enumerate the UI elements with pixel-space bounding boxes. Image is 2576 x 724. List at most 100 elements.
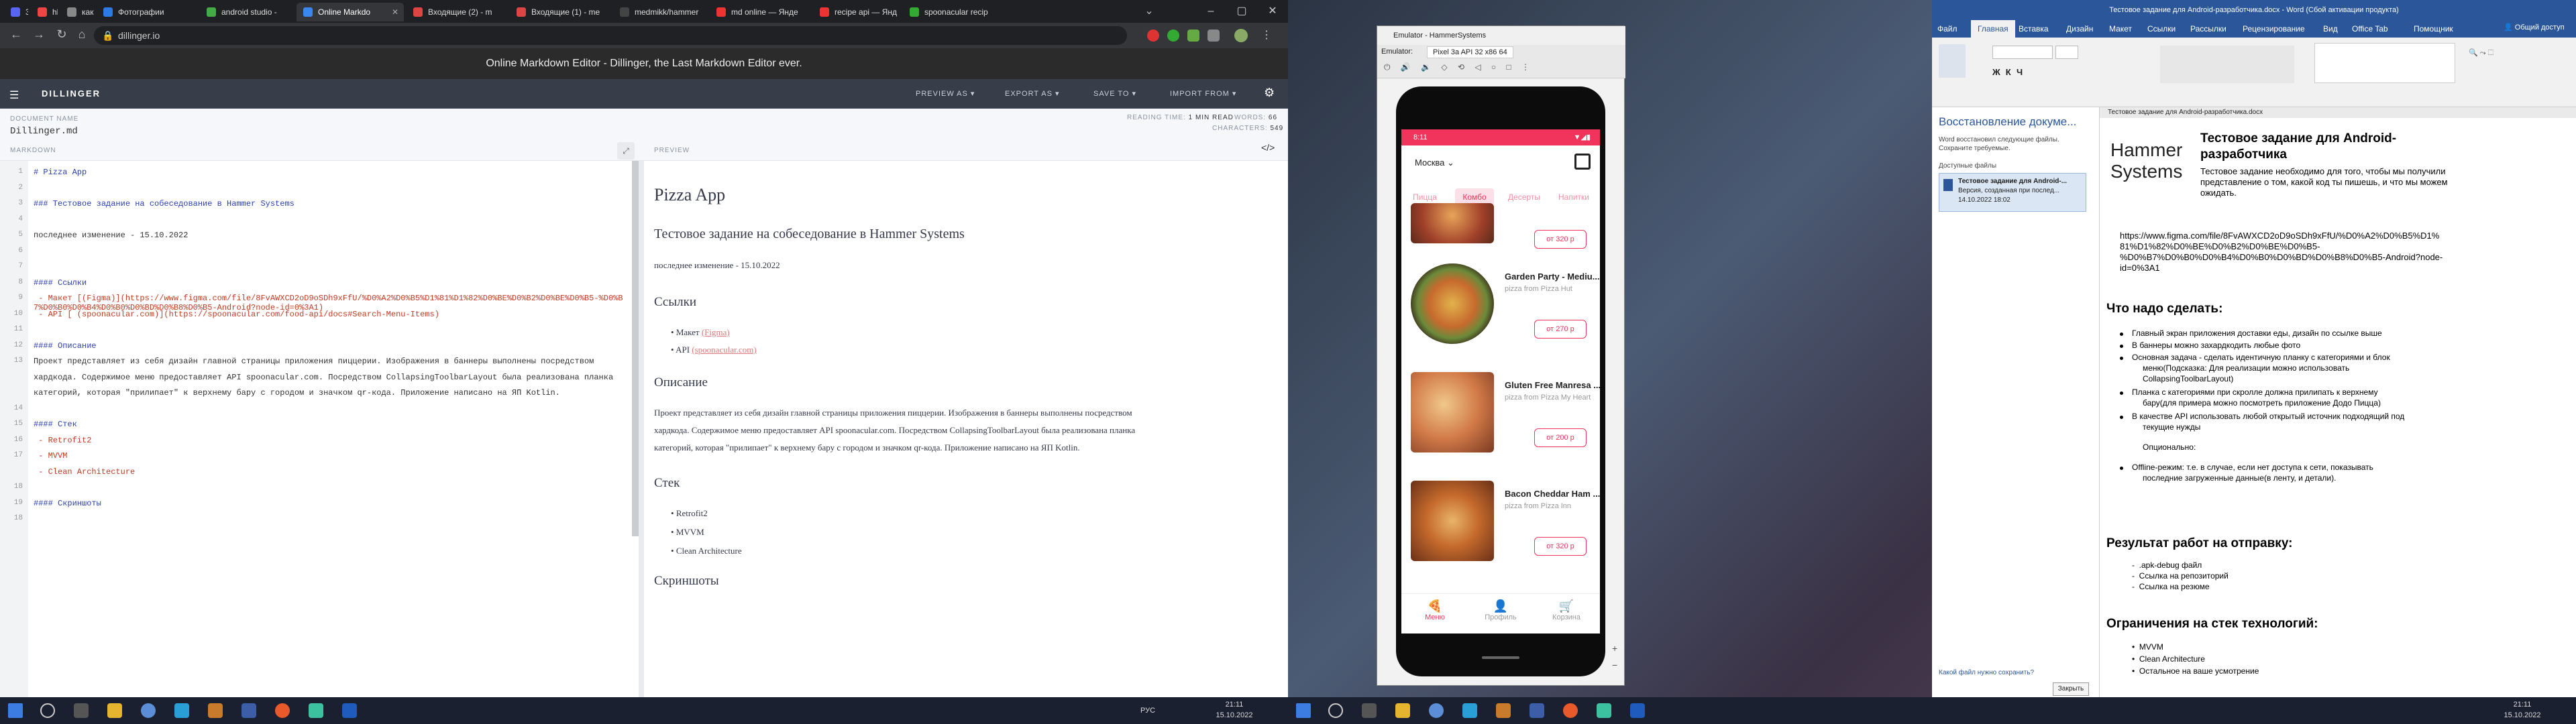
browser-tab[interactable]: как <box>60 3 94 21</box>
zoom-in-icon[interactable]: + <box>1612 643 1617 654</box>
browser-tab[interactable]: hh <box>31 3 58 21</box>
file-explorer-icon[interactable] <box>107 703 122 718</box>
close-button[interactable]: Закрыть <box>2053 682 2089 696</box>
browser-tab[interactable]: md online — Янде <box>710 3 810 21</box>
import-from-menu[interactable]: IMPORT FROM ▾ <box>1170 79 1236 109</box>
windows-start-icon[interactable] <box>1296 703 1311 718</box>
extensions-puzzle-icon[interactable] <box>1208 29 1220 42</box>
search-icon[interactable] <box>40 703 55 718</box>
menu-item[interactable]: от 320 р <box>1411 203 1592 250</box>
price-button[interactable]: от 200 р <box>1534 428 1587 447</box>
telegram-icon[interactable] <box>1462 703 1477 718</box>
ribbon-tab[interactable]: Помощник <box>2414 20 2453 38</box>
styles-gallery[interactable] <box>2314 43 2455 83</box>
format-buttons[interactable]: ЖКЧ <box>1992 67 2028 77</box>
ribbon-tab[interactable]: Office Tab <box>2352 20 2388 38</box>
qr-code-icon[interactable] <box>1574 154 1591 170</box>
browser-tab[interactable]: medmikk/hammer <box>613 3 707 21</box>
export-as-menu[interactable]: EXPORT AS ▾ <box>1005 79 1060 109</box>
tab-search-icon[interactable]: ⌄ <box>1134 0 1165 23</box>
app-icon[interactable] <box>1563 703 1578 718</box>
close-window-icon[interactable]: ✕ <box>1257 0 1288 23</box>
paragraph-group[interactable] <box>2160 46 2294 83</box>
file-explorer-icon[interactable] <box>1395 703 1410 718</box>
chrome-icon[interactable] <box>1429 703 1444 718</box>
nav-menu[interactable]: 🍕 Меню <box>1408 599 1462 621</box>
language-indicator[interactable]: РУС <box>1140 707 1155 715</box>
price-button[interactable]: от 320 р <box>1534 230 1587 249</box>
browser-tab[interactable]: spoonacular recip <box>903 3 1004 21</box>
browser-tab[interactable]: Входящие (1) - me <box>510 3 610 21</box>
figma-url[interactable]: %D0%B7%D0%B0%D0%B4%D0%B0%D0%BD%D0%B8%D0%… <box>2120 252 2443 262</box>
menu-item[interactable]: Bacon Cheddar Ham ... pizza from Pizza I… <box>1411 474 1600 565</box>
ribbon-tab[interactable]: Файл <box>1937 20 1957 38</box>
task-view-icon[interactable] <box>1362 703 1377 718</box>
browser-tab[interactable]: Online Markdo ✕ <box>297 3 404 21</box>
app-screen[interactable]: 8:11 ▼◢▮ Москва ⌄ Пицца Комбо Десерты Нап… <box>1401 129 1600 634</box>
device-tab[interactable]: Pixel 3a API 32 x86 64 <box>1427 46 1513 58</box>
maximize-icon[interactable]: ▢ <box>1226 0 1257 23</box>
browser-menu-icon[interactable]: ⋮ <box>1261 28 1272 42</box>
menu-item[interactable]: Garden Party - Mediu... pizza from Pizza… <box>1411 257 1600 348</box>
url-input[interactable]: 🔒 dillinger.io <box>94 26 1127 45</box>
extension-icon[interactable] <box>1147 29 1159 42</box>
minimize-icon[interactable]: – <box>1195 0 1226 23</box>
browser-tab[interactable]: 3 <box>4 3 28 21</box>
windows-start-icon[interactable] <box>8 703 23 718</box>
clock-date[interactable]: 15.10.2022 <box>2496 711 2549 719</box>
ribbon-tab[interactable]: Вставка <box>2019 20 2049 38</box>
word-icon[interactable] <box>1630 703 1645 718</box>
preview-as-menu[interactable]: PREVIEW AS ▾ <box>916 79 975 109</box>
task-view-icon[interactable] <box>74 703 89 718</box>
clock-date[interactable]: 15.10.2022 <box>1208 711 1261 719</box>
browser-tab[interactable]: Фотографии <box>97 3 197 21</box>
paste-icon[interactable] <box>1939 44 1966 78</box>
ribbon-tab[interactable]: Ссылки <box>2147 20 2176 38</box>
figma-url[interactable]: https://www.figma.com/file/8FvAWXCD2oD9o… <box>2120 231 2439 241</box>
menu-item[interactable]: Gluten Free Manresa ... pizza from Pizza… <box>1411 365 1600 457</box>
zoom-out-icon[interactable]: − <box>1612 660 1617 670</box>
clock-time[interactable]: 21:11 <box>1214 701 1254 709</box>
ribbon-tab[interactable]: Главная <box>1971 20 2015 38</box>
nav-cart[interactable]: 🛒 Корзина <box>1540 599 1593 621</box>
app-icon[interactable] <box>241 703 256 718</box>
emulator-control-icons[interactable]: ⏻ 🔊 🔉 ◇ ⟲ ◁ ○ □ ⋮ <box>1384 62 1534 72</box>
recovered-file[interactable]: Тестовое задание для Android-... Версия,… <box>1939 173 2086 212</box>
app-icon[interactable] <box>1496 703 1511 718</box>
figma-link[interactable]: (Figma) <box>702 327 730 337</box>
forward-icon[interactable]: → <box>30 27 48 42</box>
settings-gear-icon[interactable]: ⚙ <box>1264 86 1275 100</box>
price-button[interactable]: от 320 р <box>1534 537 1587 556</box>
android-studio-icon[interactable] <box>309 703 323 718</box>
figma-url[interactable]: id=0%3A1 <box>2120 263 2160 273</box>
api-link[interactable]: (spoonacular.com) <box>692 345 756 355</box>
home-icon[interactable]: ⌂ <box>72 27 91 42</box>
document-page[interactable]: Тестовое задание для Android-разработчик… <box>2100 107 2576 697</box>
app-icon[interactable] <box>208 703 223 718</box>
expand-icon[interactable]: ⤢ <box>617 142 635 160</box>
editor-scrollbar[interactable] <box>632 161 639 536</box>
extension-icon[interactable] <box>1167 29 1179 42</box>
ribbon-tab[interactable]: Рецензирование <box>2243 20 2305 38</box>
ribbon-tab[interactable]: Вид <box>2323 20 2338 38</box>
clock-time[interactable]: 21:11 <box>2502 701 2542 709</box>
city-selector[interactable]: Москва ⌄ <box>1415 158 1454 168</box>
hamburger-icon[interactable]: ☰ <box>9 88 19 102</box>
extension-icon[interactable] <box>1187 29 1199 42</box>
browser-tab[interactable]: android studio - <box>200 3 294 21</box>
chrome-icon[interactable] <box>141 703 156 718</box>
avatar[interactable] <box>1234 29 1248 42</box>
figma-url[interactable]: 81%D1%82%D0%BE%D0%B2%D0%BE%D0%B5- <box>2120 241 2320 251</box>
price-button[interactable]: от 270 р <box>1534 320 1587 339</box>
search-icon[interactable] <box>1328 703 1343 718</box>
font-size-select[interactable] <box>2055 46 2078 59</box>
telegram-icon[interactable] <box>174 703 189 718</box>
app-icon[interactable] <box>275 703 290 718</box>
document-tab[interactable]: Тестовое задание для Android-разработчик… <box>2100 107 2576 118</box>
word-icon[interactable] <box>342 703 357 718</box>
pane-divider[interactable] <box>639 161 644 697</box>
save-to-menu[interactable]: SAVE TO ▾ <box>1093 79 1136 109</box>
app-icon[interactable] <box>1529 703 1544 718</box>
browser-tab[interactable]: recipe api — Янд <box>813 3 900 21</box>
ribbon-tab[interactable]: Дизайн <box>2066 20 2093 38</box>
